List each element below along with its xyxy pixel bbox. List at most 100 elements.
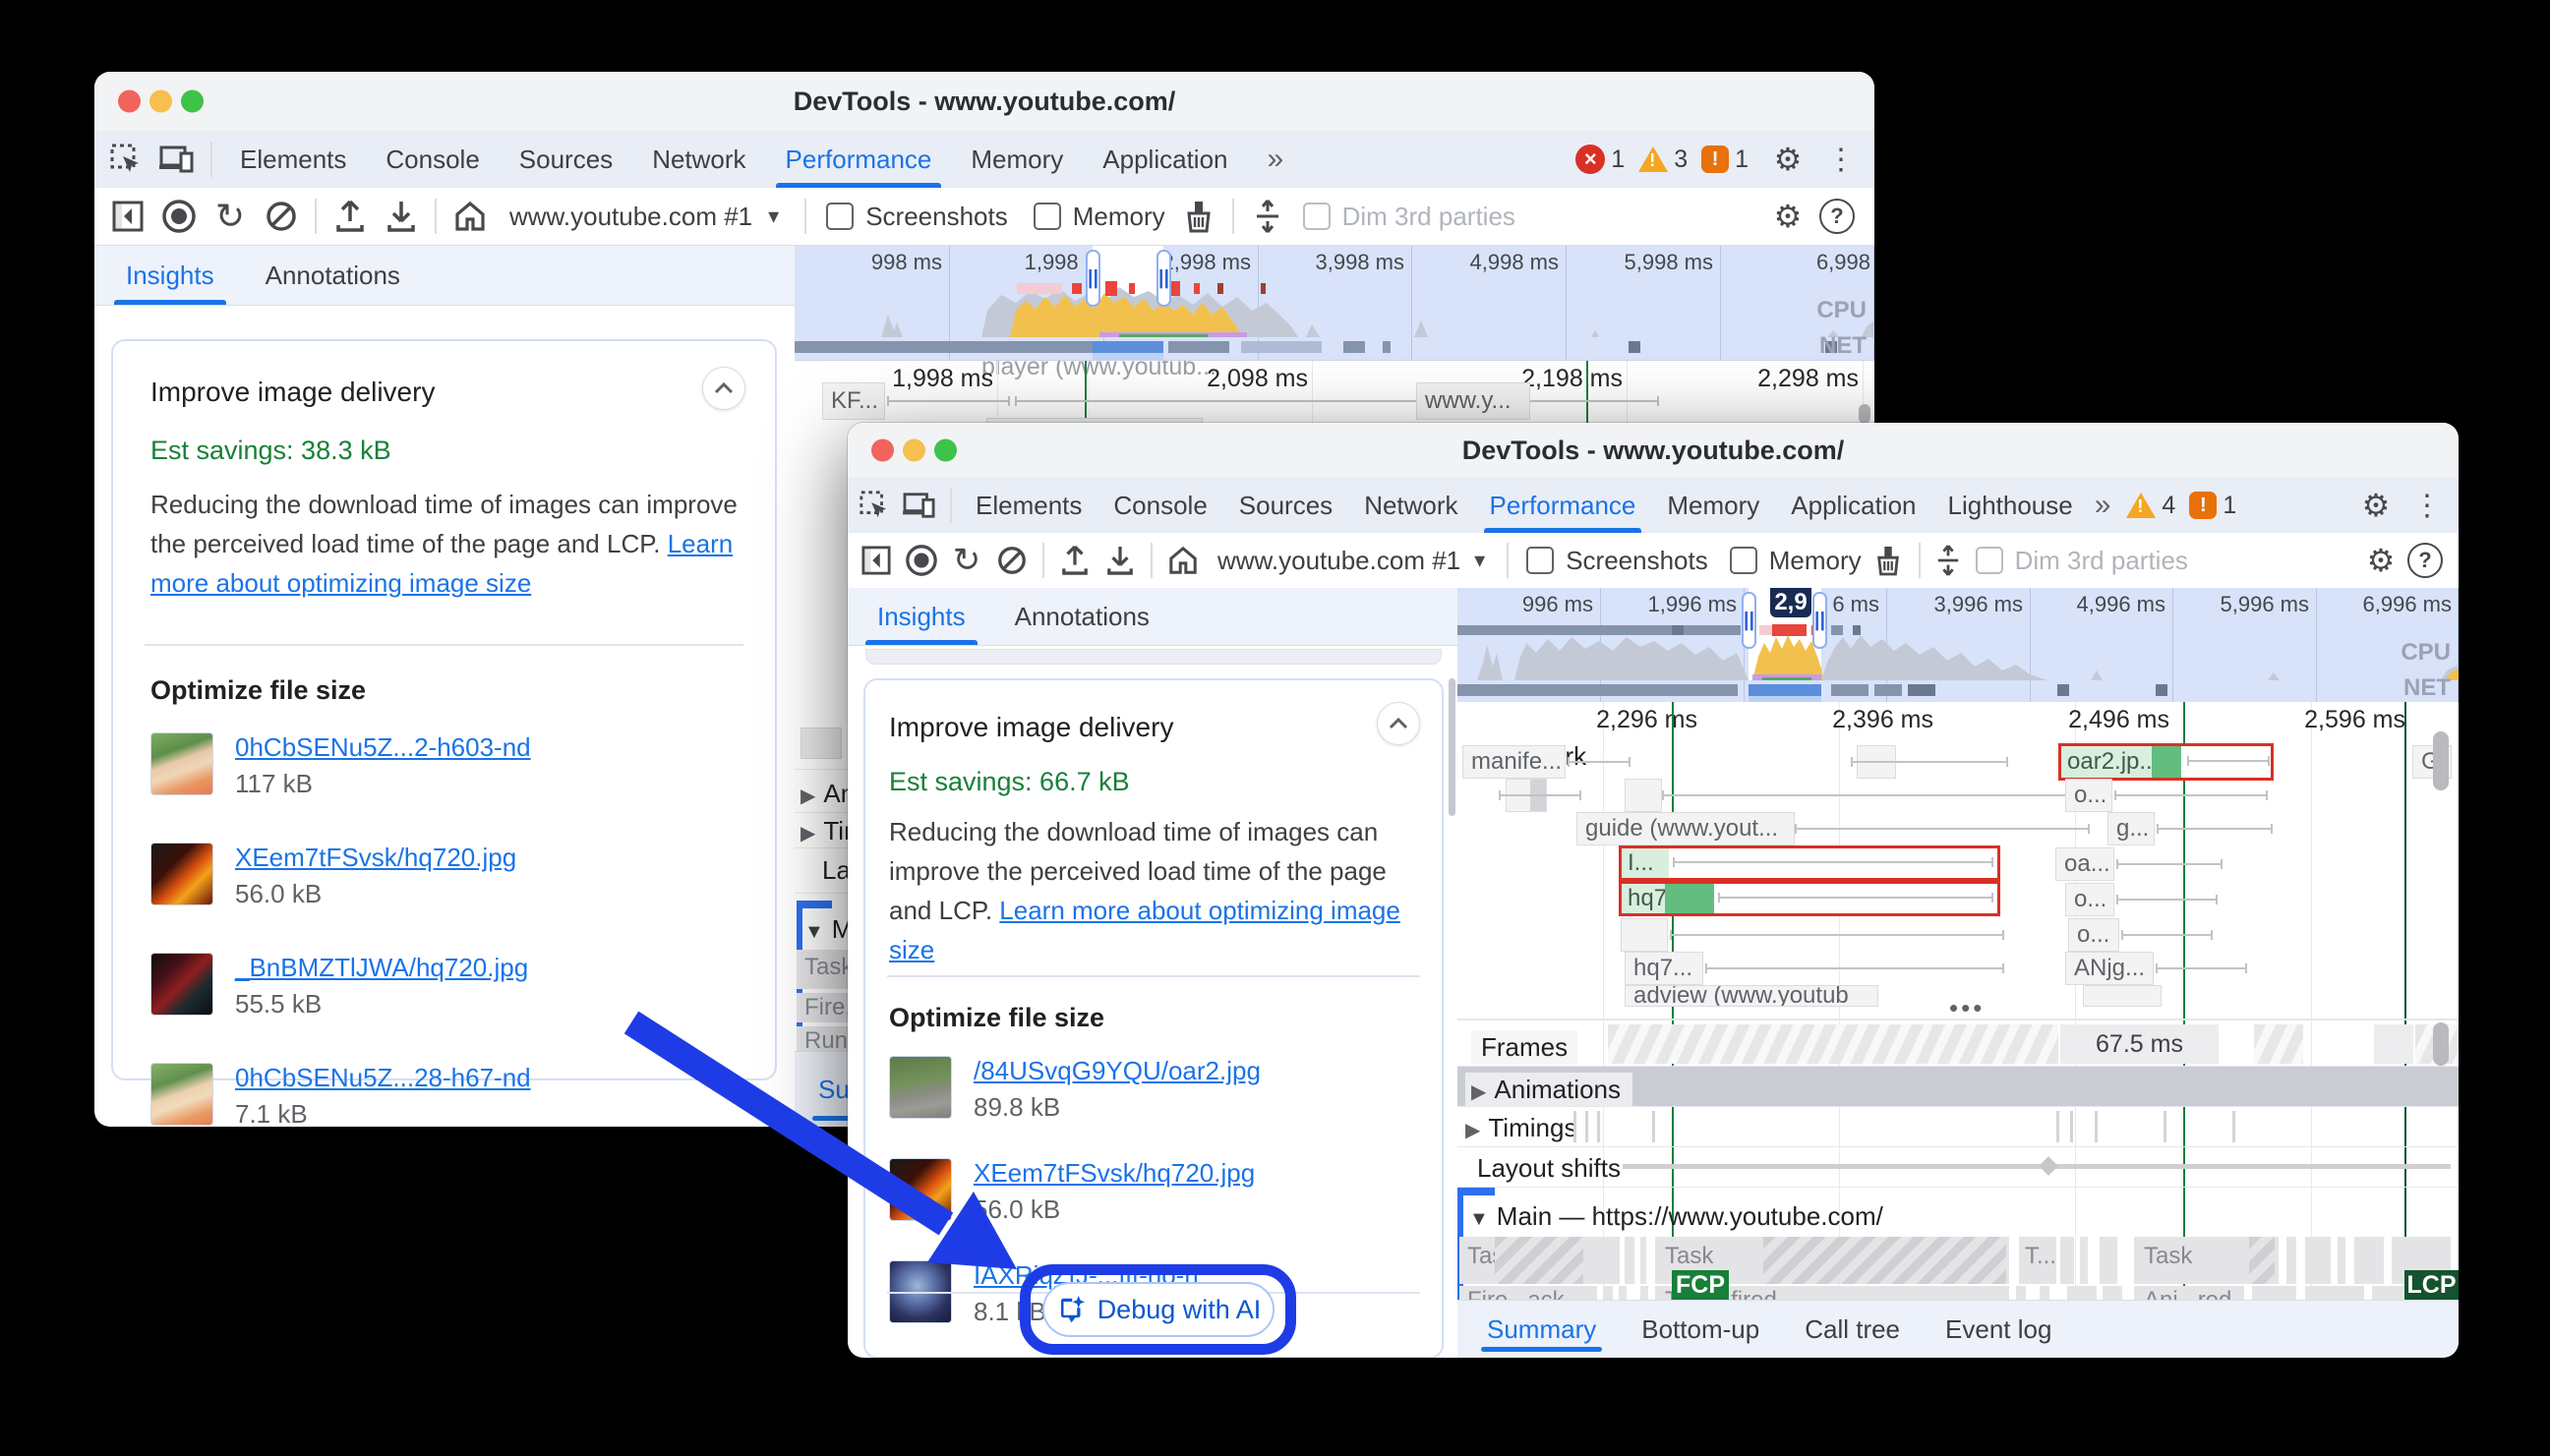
net-request[interactable]: ANjg... [2065, 952, 2154, 985]
maximize-button[interactable] [181, 90, 204, 113]
clear-icon[interactable] [989, 535, 1035, 586]
tab-elements[interactable]: Elements [220, 131, 366, 188]
file-link[interactable]: XEem7tFSvsk/hq720.jpg [974, 1158, 1255, 1189]
selection-handle-right[interactable]: || [1156, 250, 1171, 307]
net-request[interactable]: o... [2065, 779, 2112, 812]
selection-handle-right[interactable]: || [1812, 592, 1827, 649]
history-caret-icon[interactable]: ▾ [1474, 548, 1485, 573]
task-bar[interactable]: T... [2019, 1237, 2056, 1284]
tab-sources[interactable]: Sources [500, 131, 632, 188]
file-link[interactable]: 0hCbSENu5Z...28-h67-nd [235, 1063, 531, 1093]
tab-sources[interactable]: Sources [1223, 478, 1348, 533]
net-request-flagged[interactable]: oar2.jp... [2058, 743, 2274, 781]
net-request[interactable]: adview (www.youtub [1625, 985, 1878, 1007]
net-request[interactable]: o... [2065, 883, 2114, 916]
issue-badge-icon[interactable]: ! [1701, 146, 1729, 173]
home-icon[interactable] [1160, 535, 1206, 586]
net-request-flagged[interactable]: hq72... [1619, 881, 2000, 916]
titlebar[interactable]: DevTools - www.youtube.com/ [848, 423, 2459, 479]
screenshots-checkbox[interactable] [826, 203, 854, 230]
track-main-label[interactable]: Main — https://www.youtube.com/ [1497, 1201, 1883, 1231]
close-button[interactable] [871, 439, 894, 462]
collapse-chevron-icon[interactable] [1377, 702, 1420, 745]
more-tabs-icon[interactable]: » [2089, 478, 2117, 533]
net-request[interactable]: guide (www.yout... [1576, 812, 1795, 845]
flow-sort-icon[interactable] [1242, 191, 1293, 242]
memory-checkbox[interactable] [1730, 547, 1757, 574]
download-profile-icon[interactable] [1097, 535, 1143, 586]
tab-annotations[interactable]: Annotations [252, 246, 414, 305]
network-chip-kf[interactable]: KF... [822, 382, 885, 420]
net-request[interactable]: g... [2107, 812, 2155, 845]
titlebar[interactable]: DevTools - www.youtube.com/ [94, 72, 1874, 132]
selection-handle-left[interactable]: || [1742, 592, 1756, 649]
timeline-minimap[interactable]: 998 ms 1,998 n 2,998 ms 3,998 ms 4,998 m… [795, 246, 1874, 360]
minimize-button[interactable] [903, 439, 925, 462]
panel-scrollbar[interactable] [1449, 678, 1455, 816]
home-icon[interactable] [445, 191, 496, 242]
settings-gear-icon[interactable]: ⚙ [2350, 480, 2402, 531]
collapse-chevron-icon[interactable] [702, 367, 745, 410]
tab-annotations[interactable]: Annotations [1001, 588, 1163, 645]
network-chip-www[interactable]: www.y... [1416, 382, 1530, 420]
dim-checkbox[interactable] [1976, 547, 2003, 574]
tab-application[interactable]: Application [1083, 131, 1247, 188]
layout-shift-diamond[interactable] [2039, 1156, 2058, 1176]
tab-call-tree[interactable]: Call tree [1805, 1301, 1900, 1358]
file-link[interactable]: 0hCbSENu5Z...2-h603-nd [235, 732, 531, 763]
reload-record-icon[interactable]: ↻ [944, 535, 989, 586]
inspect-icon[interactable] [852, 480, 897, 531]
net-request[interactable]: o... [2068, 918, 2119, 952]
reload-record-icon[interactable]: ↻ [205, 191, 256, 242]
track-timings-label[interactable]: Timings [1488, 1113, 1576, 1142]
flow-sort-icon[interactable] [1928, 535, 1968, 586]
garbage-collect-icon[interactable] [1173, 191, 1224, 242]
tab-event-log[interactable]: Event log [1945, 1301, 2051, 1358]
memory-checkbox[interactable] [1034, 203, 1061, 230]
panel-toggle-icon[interactable] [102, 191, 153, 242]
history-caret-icon[interactable]: ▾ [768, 204, 779, 229]
close-button[interactable] [118, 90, 141, 113]
net-request[interactable]: hq7... [1625, 952, 1703, 985]
file-link[interactable]: /84USvqG9YQU/oar2.jpg [974, 1056, 1261, 1086]
record-icon[interactable] [899, 535, 944, 586]
tab-elements[interactable]: Elements [960, 478, 1097, 533]
file-link[interactable]: XEem7tFSvsk/hq720.jpg [235, 843, 516, 873]
clear-icon[interactable] [256, 191, 307, 242]
screenshots-checkbox[interactable] [1526, 547, 1554, 574]
warning-badge-icon[interactable]: ! [1638, 146, 1668, 172]
tab-insights[interactable]: Insights [112, 246, 228, 305]
tab-memory[interactable]: Memory [951, 131, 1083, 188]
kebab-menu-icon[interactable]: ⋮ [2402, 480, 2453, 531]
task-bar[interactable]: Task [1459, 1237, 1620, 1284]
dim-3rd-parties[interactable]: Dim 3rd parties [1303, 202, 1515, 232]
settings-gear-icon[interactable]: ⚙ [1762, 134, 1813, 185]
tab-memory[interactable]: Memory [1651, 478, 1775, 533]
file-link[interactable]: _BnBMZTlJWA/hq720.jpg [235, 953, 528, 983]
warning-badge-icon[interactable]: ! [2126, 493, 2156, 518]
help-icon[interactable]: ? [2407, 543, 2443, 578]
download-profile-icon[interactable] [376, 191, 427, 242]
maximize-button[interactable] [934, 439, 957, 462]
dim-checkbox[interactable] [1303, 203, 1331, 230]
capture-settings-gear-icon[interactable]: ⚙ [1762, 191, 1813, 242]
tab-performance[interactable]: Performance [1474, 478, 1652, 533]
tab-network[interactable]: Network [632, 131, 765, 188]
track-frames-label[interactable]: Frames [1471, 1030, 1577, 1065]
net-request-flagged[interactable]: I... [1619, 845, 2000, 881]
capture-settings-gear-icon[interactable]: ⚙ [2358, 535, 2403, 586]
fcp-badge[interactable]: FCP [1672, 1270, 1729, 1301]
upload-profile-icon[interactable] [325, 191, 376, 242]
issue-badge-icon[interactable]: ! [2189, 492, 2217, 519]
record-icon[interactable] [153, 191, 205, 242]
tab-console[interactable]: Console [366, 131, 499, 188]
tab-network[interactable]: Network [1348, 478, 1473, 533]
history-select[interactable]: www.youtube.com #1 [1217, 546, 1460, 576]
error-badge-icon[interactable]: × [1575, 145, 1605, 174]
history-select[interactable]: www.youtube.com #1 [509, 202, 752, 232]
network-scrollbar[interactable] [2433, 731, 2449, 790]
track-animations-label[interactable]: Animations [1494, 1075, 1621, 1104]
device-toolbar-icon[interactable] [897, 480, 942, 531]
selection-handle-left[interactable]: || [1086, 250, 1100, 307]
more-tabs-icon[interactable]: » [1248, 131, 1304, 188]
